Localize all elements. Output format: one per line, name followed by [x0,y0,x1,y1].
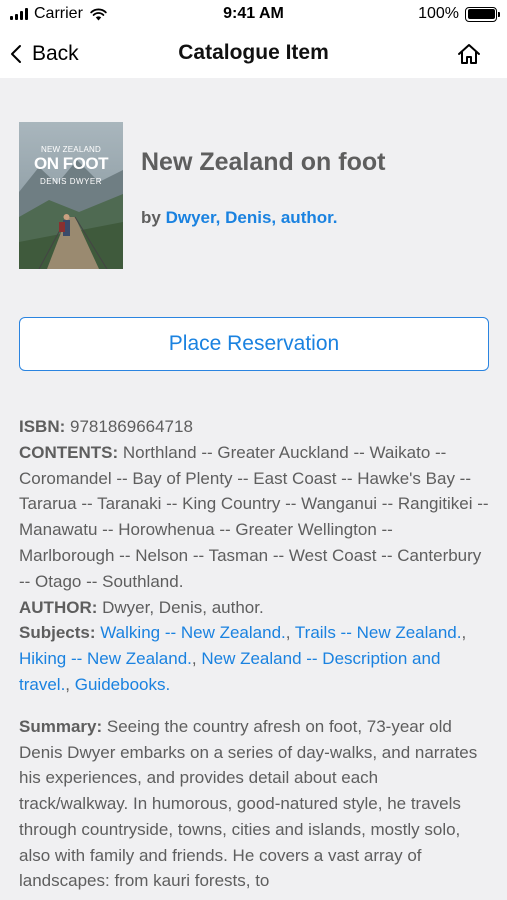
byline: by Dwyer, Denis, author. [141,208,338,228]
isbn-label: ISBN: [19,417,66,436]
contents-label: CONTENTS: [19,442,119,462]
subject-link[interactable]: Hiking -- New Zealand. [19,649,192,668]
summary-text: Seeing the country afresh on foot, 73-ye… [19,717,478,891]
home-icon [458,44,480,64]
summary-label: Summary: [19,717,103,736]
subject-separator: , [191,649,202,669]
book-cover-image: NEW ZEALAND ON FOOT DENIS DWYER [19,122,123,269]
home-button[interactable] [455,40,483,68]
summary-section: Summary: Seeing the country afresh on fo… [19,714,491,894]
subject-link[interactable]: Walking -- New Zealand. [100,623,286,642]
subject-link[interactable]: Trails -- New Zealand. [295,623,462,642]
battery-icon [465,6,500,22]
battery-percent: 100% [418,5,459,22]
author-value: Dwyer, Denis, author. [102,597,264,617]
page-title: Catalogue Item [178,41,329,64]
subject-link[interactable]: Guidebooks. [75,675,170,694]
subject-separator: , [65,674,75,694]
status-right: 100% [418,5,500,23]
place-reservation-button[interactable]: Place Reservation [19,317,489,371]
status-bar: Carrier 9:41 AM 100% [0,0,507,32]
subjects-label: Subjects: [19,623,96,643]
battery-fill [467,9,495,19]
subject-separator: , [285,623,295,643]
author-label: AUTHOR: [19,597,98,617]
cover-title-text: ON FOOT [34,154,108,173]
isbn-value: 9781869664718 [70,417,193,436]
navigation-bar: Back Catalogue Item [0,32,507,78]
byline-prefix: by [141,208,161,227]
book-title: New Zealand on foot [141,148,386,176]
item-details: ISBN: 9781869664718 CONTENTS: Northland … [19,414,491,698]
cover-subtitle-text: NEW ZEALAND [41,145,101,154]
subject-separator: , [461,623,467,643]
catalogue-item-content: NEW ZEALAND ON FOOT DENIS DWYER New Zeal… [0,78,507,900]
author-link[interactable]: Dwyer, Denis, author. [166,208,338,227]
contents-value: Northland -- Greater Auckland -- Waikato… [19,442,489,591]
cover-author-text: DENIS DWYER [40,177,102,186]
